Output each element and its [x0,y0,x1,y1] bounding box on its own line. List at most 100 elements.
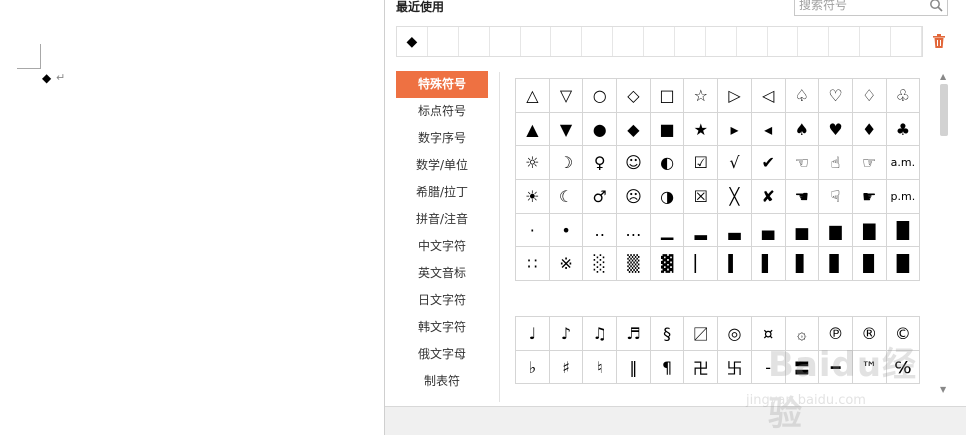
symbol-cell[interactable]: ▏ [684,247,719,282]
symbol-cell[interactable]: ░ [583,247,618,282]
recent-symbol-cell[interactable] [644,27,675,56]
recent-symbol-cell[interactable] [521,27,552,56]
category-item[interactable]: 制表符 [396,368,488,395]
symbol-cell[interactable]: ‖ [617,350,651,385]
category-item[interactable]: 数学/单位 [396,152,488,179]
symbol-cell[interactable]: ▊ [819,247,853,282]
symbol-cell[interactable]: ♡ [819,79,853,113]
symbol-cell[interactable]: ◑ [650,180,685,214]
symbol-cell[interactable]: ▒ [617,247,651,282]
symbol-cell[interactable]: ◆ [617,112,651,147]
recent-symbol-cell[interactable] [860,27,891,56]
recent-symbol-cell[interactable] [582,27,614,56]
symbol-cell[interactable]: ☼ [516,146,550,181]
symbol-cell[interactable]: ▋ [785,247,820,282]
category-item[interactable]: 英文音标 [396,260,488,287]
symbol-cell[interactable]: ◁ [751,79,786,113]
symbol-cell[interactable]: ▃ [718,213,752,248]
symbol-cell[interactable]: ◐ [650,146,685,181]
symbol-cell[interactable]: ● [583,112,618,147]
symbol-cell[interactable]: ▽ [549,79,584,113]
symbol-cell[interactable]: ☽ [549,146,584,181]
recent-symbol-cell[interactable] [737,27,768,56]
category-item[interactable]: 标点符号 [396,98,488,125]
symbol-cell[interactable]: √ [718,146,752,181]
symbol-cell[interactable]: ▂ [684,213,719,248]
category-item[interactable]: 中文字符 [396,233,488,260]
symbol-cell[interactable]: ∷ [516,247,550,282]
symbol-cell[interactable]: ♢ [852,79,887,113]
symbol-cell[interactable]: ☀ [516,180,550,214]
symbol-cell[interactable]: △ [516,79,550,113]
symbol-cell[interactable]: ✘ [751,180,786,214]
symbol-cell[interactable]: ☹ [617,180,651,214]
search-box[interactable] [794,0,948,16]
symbol-cell[interactable]: ▍ [718,247,752,282]
symbol-cell[interactable]: ♤ [785,79,820,113]
symbol-cell[interactable]: ▇ [852,213,887,248]
symbol-cell[interactable]: ♀ [583,146,618,181]
symbol-cell[interactable]: · [516,213,550,248]
symbol-cell[interactable]: ☑ [684,146,719,181]
symbol-cell[interactable]: ■ [650,112,685,147]
recent-symbol-cell[interactable] [428,27,459,56]
symbol-cell[interactable]: ▅ [785,213,820,248]
recent-symbol-cell[interactable] [490,27,521,56]
scrollbar-thumb[interactable] [940,84,948,136]
trash-icon[interactable] [932,33,946,49]
symbol-cell[interactable]: ☒ [684,180,719,214]
recent-symbol-cell[interactable] [706,27,737,56]
symbol-cell[interactable]: ☚ [785,180,820,214]
search-icon[interactable] [929,0,943,12]
search-input[interactable] [799,0,925,13]
category-item[interactable]: 数字序号 [396,125,488,152]
recent-symbol-cell[interactable]: ◆ [397,27,428,56]
symbol-cell[interactable]: ○ [583,79,618,113]
symbol-cell[interactable]: ▓ [650,247,685,282]
symbol-cell[interactable]: ♩ [516,317,550,351]
symbol-cell[interactable]: □ [650,79,685,113]
symbol-cell[interactable]: ♮ [583,350,618,385]
symbol-cell[interactable]: ‥ [583,213,618,248]
symbol-cell[interactable]: ♭ [516,350,550,385]
symbol-cell[interactable]: ▷ [718,79,752,113]
symbol-cell[interactable]: ✔ [751,146,786,181]
category-item[interactable]: 韩文字符 [396,314,488,341]
symbol-cell[interactable]: 卍 [684,350,719,385]
symbol-cell[interactable]: ▁ [650,213,685,248]
symbol-cell[interactable]: ▸ [718,112,752,147]
symbol-cell[interactable]: § [650,317,685,351]
recent-symbol-cell[interactable] [798,27,830,56]
symbol-cell[interactable]: ☛ [852,180,887,214]
symbol-cell[interactable]: ╳ [718,180,752,214]
symbol-cell[interactable]: ☝ [819,146,853,181]
symbol-cell[interactable]: ♪ [549,317,584,351]
scroll-down-arrow-icon[interactable]: ▼ [940,385,946,394]
recent-symbol-cell[interactable] [459,27,490,56]
symbol-cell[interactable]: ◂ [751,112,786,147]
symbol-cell[interactable]: ♣ [886,112,921,147]
symbol-cell[interactable]: ♥ [819,112,853,147]
recent-symbol-cell[interactable] [768,27,799,56]
symbol-cell[interactable]: ☜ [785,146,820,181]
symbol-cell[interactable]: ♯ [549,350,584,385]
recent-symbol-cell[interactable] [891,27,922,56]
symbol-cell[interactable]: ☆ [684,79,719,113]
recent-symbol-cell[interactable] [613,27,644,56]
symbol-cell[interactable]: █ [886,247,921,282]
symbol-cell[interactable]: ※ [549,247,584,282]
symbol-cell[interactable]: • [549,213,584,248]
symbol-cell[interactable]: ▆ [819,213,853,248]
symbol-cell[interactable]: ◇ [617,79,651,113]
symbol-cell[interactable]: ▼ [549,112,584,147]
vertical-scrollbar[interactable]: ▲ ▼ [938,72,950,397]
category-item[interactable]: 特殊符号 [396,71,488,98]
recent-symbol-cell[interactable] [551,27,583,56]
symbol-cell[interactable]: ♠ [785,112,820,147]
symbol-cell[interactable]: 〼 [684,317,719,351]
symbol-cell[interactable]: █ [886,213,921,248]
symbol-cell[interactable]: ♫ [583,317,618,351]
symbol-cell[interactable]: ▉ [852,247,887,282]
symbol-cell[interactable]: ♧ [886,79,921,113]
recent-symbol-cell[interactable] [675,27,706,56]
